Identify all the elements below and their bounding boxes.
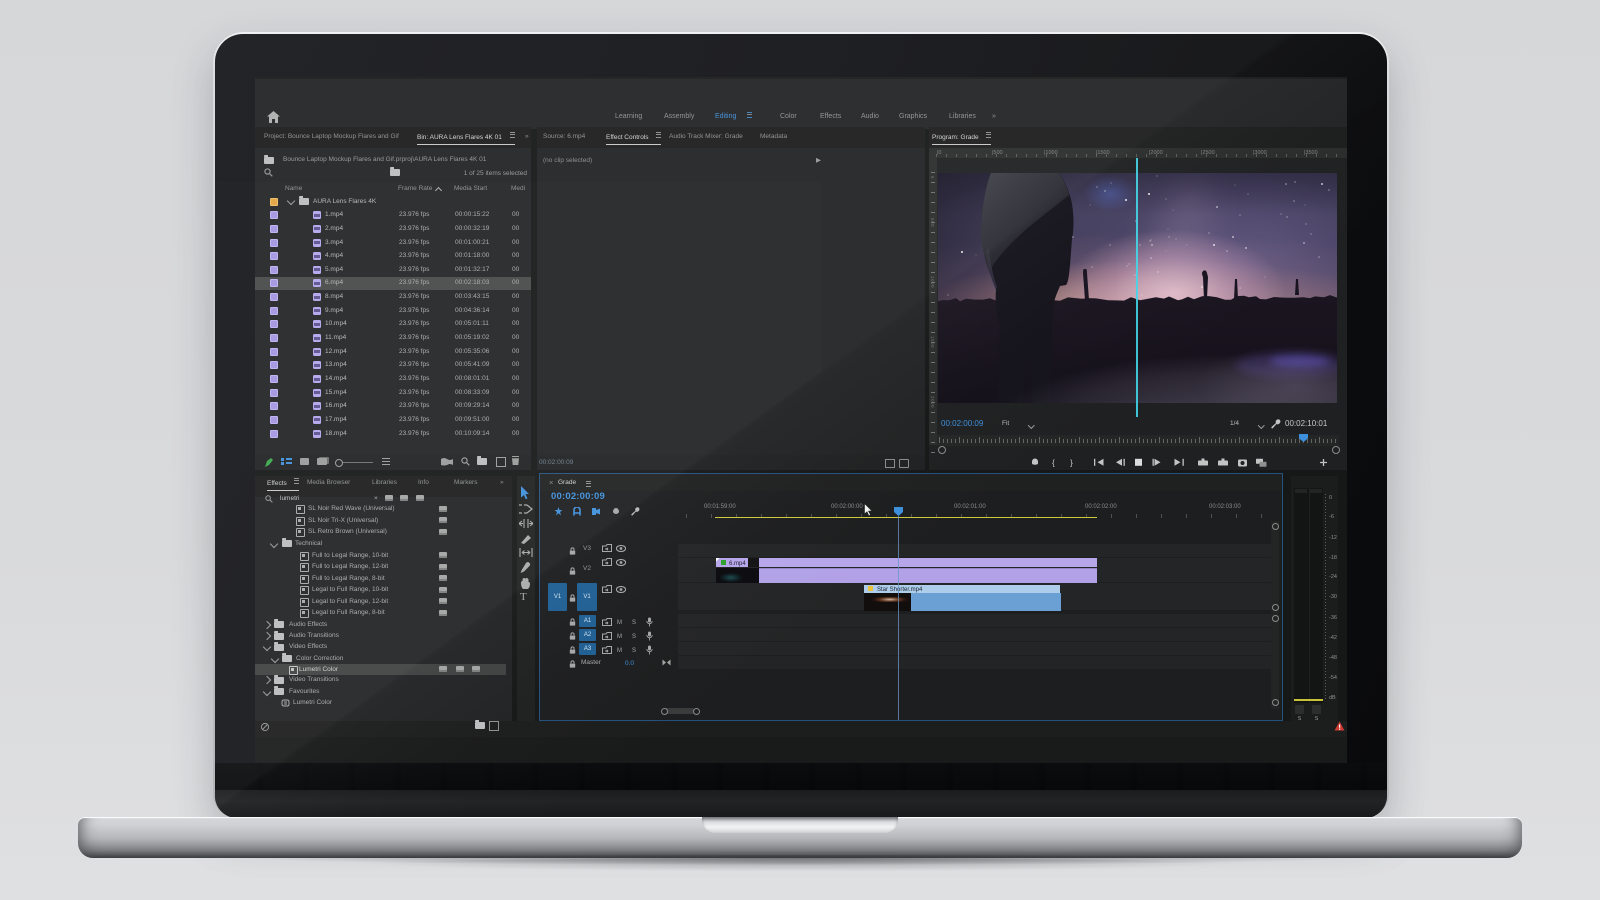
svg-text:}: } <box>1070 458 1073 468</box>
svg-text:{: { <box>1052 458 1055 468</box>
